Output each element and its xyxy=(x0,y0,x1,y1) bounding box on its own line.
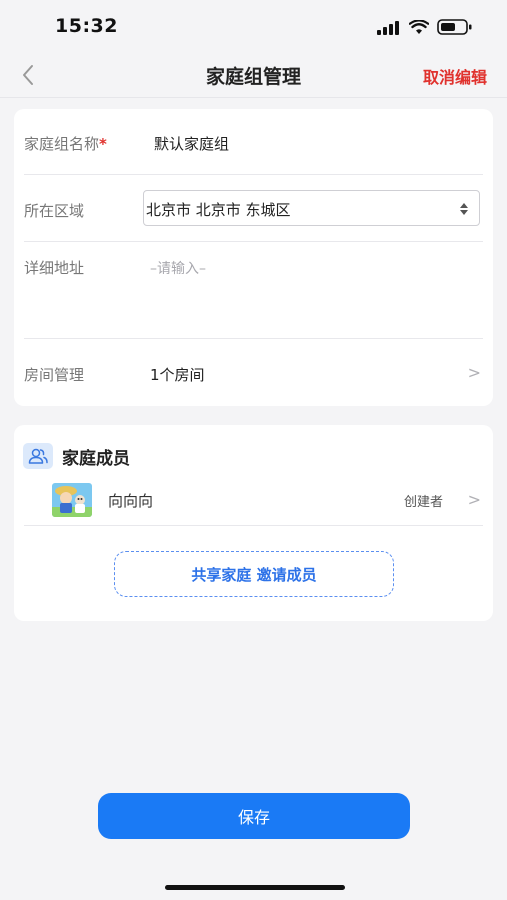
battery-icon xyxy=(437,19,473,39)
avatar xyxy=(52,483,92,517)
family-group-form-card: 家庭组名称* 默认家庭组 所在区域 北京市 北京市 东城区 详细地址 –请输入–… xyxy=(14,109,493,406)
cancel-edit-button[interactable]: 取消编辑 xyxy=(423,64,487,88)
people-icon xyxy=(23,443,53,469)
row-rooms[interactable]: 房间管理 1个房间 > xyxy=(24,339,483,406)
signal-icon xyxy=(377,20,401,39)
region-value: 北京市 北京市 东城区 xyxy=(146,201,291,219)
status-icons xyxy=(377,18,473,39)
wifi-icon xyxy=(408,18,430,39)
status-time: 15:32 xyxy=(55,15,118,37)
member-row[interactable]: 向向向 创建者 > xyxy=(24,479,483,526)
required-mark: * xyxy=(99,135,107,153)
region-label: 所在区域 xyxy=(24,202,85,220)
invite-member-button[interactable]: 共享家庭 邀请成员 xyxy=(114,551,394,597)
member-name: 向向向 xyxy=(108,492,154,510)
chevron-right-icon: > xyxy=(467,363,481,382)
members-title: 家庭成员 xyxy=(62,448,130,469)
chevron-right-icon: > xyxy=(467,490,481,509)
family-members-card: 家庭成员 向向向 创建者 > 共享家庭 邀请成员 xyxy=(14,425,493,621)
nav-bar: 家庭组管理 取消编辑 xyxy=(0,52,507,98)
save-button[interactable]: 保存 xyxy=(98,793,410,839)
address-input[interactable]: –请输入– xyxy=(150,258,206,278)
row-address: 详细地址 xyxy=(24,242,483,339)
member-role-badge: 创建者 xyxy=(403,495,443,510)
group-name-input[interactable]: 默认家庭组 xyxy=(154,133,229,154)
status-bar: 15:32 xyxy=(0,0,507,52)
region-select[interactable]: 北京市 北京市 东城区 xyxy=(143,190,480,226)
address-label: 详细地址 xyxy=(24,259,85,277)
home-indicator xyxy=(165,885,345,890)
group-name-label: 家庭组名称 xyxy=(24,135,100,153)
rooms-label: 房间管理 xyxy=(24,366,85,384)
members-header: 家庭成员 xyxy=(23,443,130,469)
row-group-name: 家庭组名称* 默认家庭组 xyxy=(24,109,483,175)
sort-arrows-icon xyxy=(459,201,469,217)
rooms-value: 1个房间 xyxy=(150,366,205,384)
